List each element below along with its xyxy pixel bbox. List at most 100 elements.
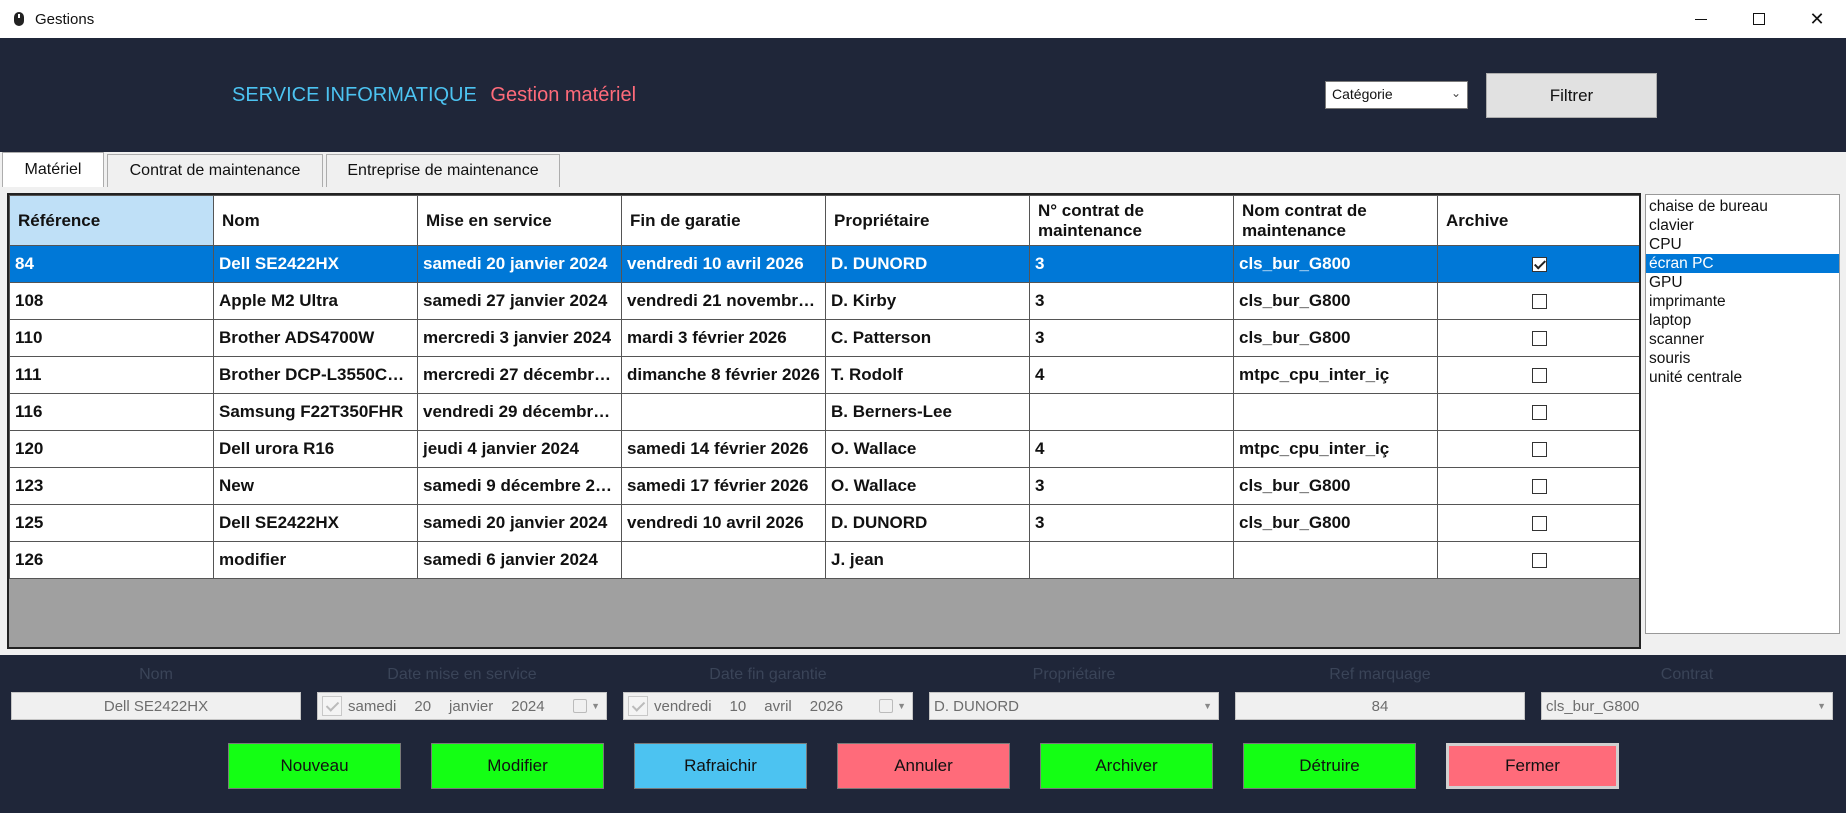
cell-archive[interactable]	[1437, 282, 1639, 320]
nouveau-button[interactable]: Nouveau	[228, 743, 401, 789]
modifier-button[interactable]: Modifier	[431, 743, 604, 789]
cell-nom-contrat[interactable]: cls_bur_G800	[1233, 282, 1438, 320]
cell-num-contrat[interactable]: 3	[1029, 245, 1234, 283]
cell-ref[interactable]: 111	[9, 356, 214, 394]
tab-entreprise-maintenance[interactable]: Entreprise de maintenance	[326, 154, 560, 187]
column-header-reference[interactable]: Référence	[9, 195, 214, 246]
annuler-button[interactable]: Annuler	[837, 743, 1010, 789]
cell-nom-contrat[interactable]: mtpc_cpu_inter_iç	[1233, 356, 1438, 394]
cell-proprietaire[interactable]: T. Rodolf	[825, 356, 1030, 394]
list-item[interactable]: unité centrale	[1646, 368, 1839, 387]
table-row[interactable]: 125 Dell SE2422HX samedi 20 janvier 2024…	[9, 504, 1639, 542]
archive-checkbox[interactable]	[1531, 405, 1547, 421]
table-row[interactable]: 110 Brother ADS4700W mercredi 3 janvier …	[9, 319, 1639, 357]
cell-fin[interactable]: samedi 14 février 2026	[621, 430, 826, 468]
category-select[interactable]: Catégorie ⌄	[1325, 81, 1468, 109]
cell-mise[interactable]: samedi 6 janvier 2024	[417, 541, 622, 579]
contrat-select[interactable]: cls_bur_G800 ▼	[1541, 692, 1833, 720]
archive-checkbox[interactable]	[1531, 331, 1547, 347]
cell-nom-contrat[interactable]	[1233, 393, 1438, 431]
tab-contrat-maintenance[interactable]: Contrat de maintenance	[107, 154, 323, 187]
cell-num-contrat[interactable]	[1029, 541, 1234, 579]
cell-num-contrat[interactable]: 3	[1029, 282, 1234, 320]
cell-archive[interactable]	[1437, 319, 1639, 357]
cell-fin[interactable]: vendredi 10 avril 2026	[621, 504, 826, 542]
cell-mise[interactable]: jeudi 4 janvier 2024	[417, 430, 622, 468]
cell-proprietaire[interactable]: D. DUNORD	[825, 245, 1030, 283]
cell-nom[interactable]: Dell urora R16	[213, 430, 418, 468]
cell-nom[interactable]: Dell SE2422HX	[213, 504, 418, 542]
archive-checkbox[interactable]	[1531, 368, 1547, 384]
filter-button[interactable]: Filtrer	[1486, 73, 1657, 118]
cell-num-contrat[interactable]: 3	[1029, 319, 1234, 357]
archive-checkbox[interactable]	[1531, 442, 1547, 458]
cell-proprietaire[interactable]: B. Berners-Lee	[825, 393, 1030, 431]
cell-mise[interactable]: samedi 27 janvier 2024	[417, 282, 622, 320]
cell-nom-contrat[interactable]: cls_bur_G800	[1233, 245, 1438, 283]
column-header-archive[interactable]: Archive	[1437, 195, 1639, 246]
list-item[interactable]: clavier	[1646, 216, 1839, 235]
nom-field[interactable]: Dell SE2422HX	[11, 692, 301, 720]
table-row[interactable]: 126 modifier samedi 6 janvier 2024 J. je…	[9, 541, 1639, 579]
cell-ref[interactable]: 123	[9, 467, 214, 505]
cell-proprietaire[interactable]: C. Patterson	[825, 319, 1030, 357]
cell-nom[interactable]: New	[213, 467, 418, 505]
cell-proprietaire[interactable]: O. Wallace	[825, 467, 1030, 505]
list-item[interactable]: scanner	[1646, 330, 1839, 349]
cell-nom-contrat[interactable]: cls_bur_G800	[1233, 467, 1438, 505]
archive-checkbox[interactable]	[1531, 257, 1547, 273]
archive-checkbox[interactable]	[1531, 479, 1547, 495]
cell-archive[interactable]	[1437, 541, 1639, 579]
proprietaire-select[interactable]: D. DUNORD ▼	[929, 692, 1219, 720]
cell-nom-contrat[interactable]: mtpc_cpu_inter_iç	[1233, 430, 1438, 468]
cell-proprietaire[interactable]: D. Kirby	[825, 282, 1030, 320]
cell-archive[interactable]	[1437, 504, 1639, 542]
cell-fin[interactable]: vendredi 10 avril 2026	[621, 245, 826, 283]
cell-fin[interactable]: mardi 3 février 2026	[621, 319, 826, 357]
cell-archive[interactable]	[1437, 245, 1639, 283]
column-header-mise-en-service[interactable]: Mise en service	[417, 195, 622, 246]
cell-num-contrat[interactable]: 3	[1029, 504, 1234, 542]
cell-nom[interactable]: modifier	[213, 541, 418, 579]
date-fin-picker[interactable]: vendredi 10 avril 2026 ▼	[623, 692, 913, 720]
cell-nom-contrat[interactable]	[1233, 541, 1438, 579]
table-row[interactable]: 120 Dell urora R16 jeudi 4 janvier 2024 …	[9, 430, 1639, 468]
cell-archive[interactable]	[1437, 430, 1639, 468]
cell-nom[interactable]: Samsung F22T350FHR	[213, 393, 418, 431]
cell-archive[interactable]	[1437, 467, 1639, 505]
cell-mise[interactable]: samedi 9 décembre 2023	[417, 467, 622, 505]
cell-mise[interactable]: mercredi 3 janvier 2024	[417, 319, 622, 357]
cell-fin[interactable]	[621, 393, 826, 431]
cell-nom-contrat[interactable]: cls_bur_G800	[1233, 319, 1438, 357]
cell-archive[interactable]	[1437, 356, 1639, 394]
cell-proprietaire[interactable]: J. jean	[825, 541, 1030, 579]
column-header-proprietaire[interactable]: Propriétaire	[825, 195, 1030, 246]
column-header-num-contrat[interactable]: N° contrat de maintenance	[1029, 195, 1234, 246]
maximize-button[interactable]	[1730, 0, 1788, 38]
fermer-button[interactable]: Fermer	[1446, 743, 1619, 789]
column-header-nom[interactable]: Nom	[213, 195, 418, 246]
column-header-nom-contrat[interactable]: Nom contrat de maintenance	[1233, 195, 1438, 246]
cell-nom[interactable]: Brother DCP-L3550CDW	[213, 356, 418, 394]
cell-nom[interactable]: Dell SE2422HX	[213, 245, 418, 283]
cell-fin[interactable]	[621, 541, 826, 579]
tab-materiel[interactable]: Matériel	[2, 152, 104, 187]
detruire-button[interactable]: Détruire	[1243, 743, 1416, 789]
date-mise-picker[interactable]: samedi 20 janvier 2024 ▼	[317, 692, 607, 720]
column-header-fin-garantie[interactable]: Fin de garatie	[621, 195, 826, 246]
ref-marquage-field[interactable]: 84	[1235, 692, 1525, 720]
archive-checkbox[interactable]	[1531, 553, 1547, 569]
cell-ref[interactable]: 126	[9, 541, 214, 579]
list-item[interactable]: chaise de bureau	[1646, 197, 1839, 216]
list-item[interactable]: GPU	[1646, 273, 1839, 292]
cell-ref[interactable]: 125	[9, 504, 214, 542]
cell-num-contrat[interactable]: 4	[1029, 356, 1234, 394]
cell-num-contrat[interactable]	[1029, 393, 1234, 431]
table-row[interactable]: 108 Apple M2 Ultra samedi 27 janvier 202…	[9, 282, 1639, 320]
cell-nom-contrat[interactable]: cls_bur_G800	[1233, 504, 1438, 542]
rafraichir-button[interactable]: Rafraichir	[634, 743, 807, 789]
minimize-button[interactable]	[1672, 0, 1730, 38]
date-fin-checkbox[interactable]	[628, 696, 648, 716]
cell-ref[interactable]: 108	[9, 282, 214, 320]
cell-num-contrat[interactable]: 3	[1029, 467, 1234, 505]
